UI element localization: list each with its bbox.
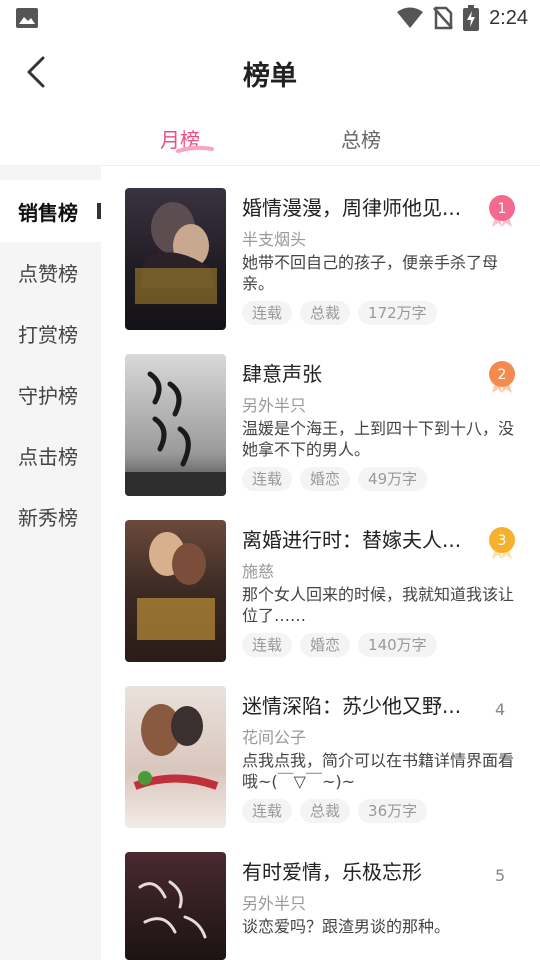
page-title: 榜单 [243, 61, 297, 92]
rank-number: 3 [498, 533, 507, 549]
book-tag: 连载 [242, 301, 293, 325]
book-description: 温媛是个海王，上到四十下到十八，没她拿不下的男人。 [242, 419, 515, 459]
book-author: 另外半只 [242, 894, 307, 913]
sidebar-item-label: 销售榜 [18, 200, 78, 225]
sidebar-item-clicks[interactable]: 点击榜 [0, 424, 101, 486]
rank-number: 4 [495, 700, 506, 719]
sidebar-item-label: 点赞榜 [18, 261, 78, 286]
book-description: 那个女人回来的时候，我就知道我该让位了…… [242, 585, 515, 625]
book-tag: 36万字 [358, 799, 428, 823]
book-author: 施慈 [242, 562, 275, 581]
rank-number: 5 [495, 866, 506, 885]
sidebar-item-label: 点击榜 [18, 444, 78, 469]
sidebar-item-newcomer[interactable]: 新秀榜 [0, 485, 101, 547]
book-cover [125, 188, 226, 330]
book-list-item[interactable]: 有时爱情，乐极忘形 5 另外半只 谈恋爱吗？跟渣男谈的那种。 [125, 852, 525, 960]
book-tag: 婚恋 [300, 467, 351, 491]
rank-number: 1 [498, 201, 507, 217]
book-title: 婚情漫漫，周律师他见... [242, 196, 462, 220]
clock-time: 2:24 [489, 6, 528, 29]
book-title: 迷情深陷：苏少他又野... [242, 694, 462, 718]
book-list-item[interactable]: 肆意声张 2 另外半只 温媛是个海王，上到四十下到十八，没她拿不下的男人。 连载… [125, 354, 525, 504]
book-cover [125, 520, 226, 662]
sidebar-item-label: 守护榜 [18, 383, 78, 408]
book-title: 离婚进行时：替嫁夫人... [242, 528, 462, 552]
book-tag: 49万字 [358, 467, 428, 491]
book-description: 点我点我，简介可以在书籍详情界面看哦~(￣▽￣~)~ [242, 751, 515, 791]
book-description: 谈恋爱吗？跟渣男谈的那种。 [242, 917, 451, 936]
book-tags: 连载 婚恋 49万字 [242, 467, 428, 491]
book-tag: 172万字 [358, 301, 437, 325]
sidebar-item-label: 打赏榜 [18, 322, 78, 347]
sidebar-item-likes[interactable]: 点赞榜 [0, 241, 101, 303]
book-list-item[interactable]: 婚情漫漫，周律师他见... 1 半支烟头 她带不回自己的孩子，便亲手杀了母亲。 … [125, 188, 525, 338]
book-cover [125, 852, 226, 960]
book-author: 花间公子 [242, 728, 307, 747]
book-author: 另外半只 [242, 396, 307, 415]
book-tag: 婚恋 [300, 633, 351, 657]
image-icon [16, 8, 38, 28]
battery-charging-icon [463, 5, 480, 31]
rank-medal-icon: 2 [489, 361, 515, 393]
sidebar-item-sales[interactable]: 销售榜 [0, 180, 101, 242]
book-tag: 总裁 [300, 301, 351, 325]
book-tag: 连载 [242, 467, 293, 491]
book-list-item[interactable]: 迷情深陷：苏少他又野... 4 花间公子 点我点我，简介可以在书籍详情界面看哦~… [125, 686, 525, 836]
sidebar-item-label: 新秀榜 [18, 505, 78, 530]
sidebar-item-tips[interactable]: 打赏榜 [0, 302, 101, 364]
ranking-sidebar: 销售榜 点赞榜 打赏榜 守护榜 点击榜 新秀榜 [0, 166, 101, 960]
book-tag: 总裁 [300, 799, 351, 823]
header: 榜单 [0, 36, 540, 108]
book-tags: 连载 总裁 172万字 [242, 301, 437, 325]
book-list-item[interactable]: 离婚进行时：替嫁夫人... 3 施慈 那个女人回来的时候，我就知道我该让位了……… [125, 520, 525, 670]
active-marker [97, 203, 101, 219]
wifi-icon [397, 7, 424, 28]
book-tag: 连载 [242, 633, 293, 657]
book-cover [125, 354, 226, 496]
book-cover [125, 686, 226, 828]
book-description: 她带不回自己的孩子，便亲手杀了母亲。 [242, 253, 499, 293]
rank-medal-icon: 1 [489, 195, 515, 227]
status-bar: 2:24 [0, 0, 540, 36]
book-author: 半支烟头 [242, 230, 307, 249]
rank-number: 2 [498, 367, 507, 383]
book-tags: 连载 婚恋 140万字 [242, 633, 437, 657]
tab-bar: 月榜 总榜 [0, 108, 540, 166]
book-tag: 连载 [242, 799, 293, 823]
rank-medal-icon: 3 [489, 527, 515, 559]
book-title: 有时爱情，乐极忘形 [242, 860, 422, 884]
book-tags: 连载 总裁 36万字 [242, 799, 428, 823]
tab-active-indicator [176, 146, 214, 153]
book-title: 肆意声张 [242, 362, 322, 386]
sidebar-item-guard[interactable]: 守护榜 [0, 363, 101, 425]
book-tag: 140万字 [358, 633, 437, 657]
tab-overall[interactable]: 总榜 [341, 124, 381, 153]
no-sim-icon [433, 6, 453, 30]
